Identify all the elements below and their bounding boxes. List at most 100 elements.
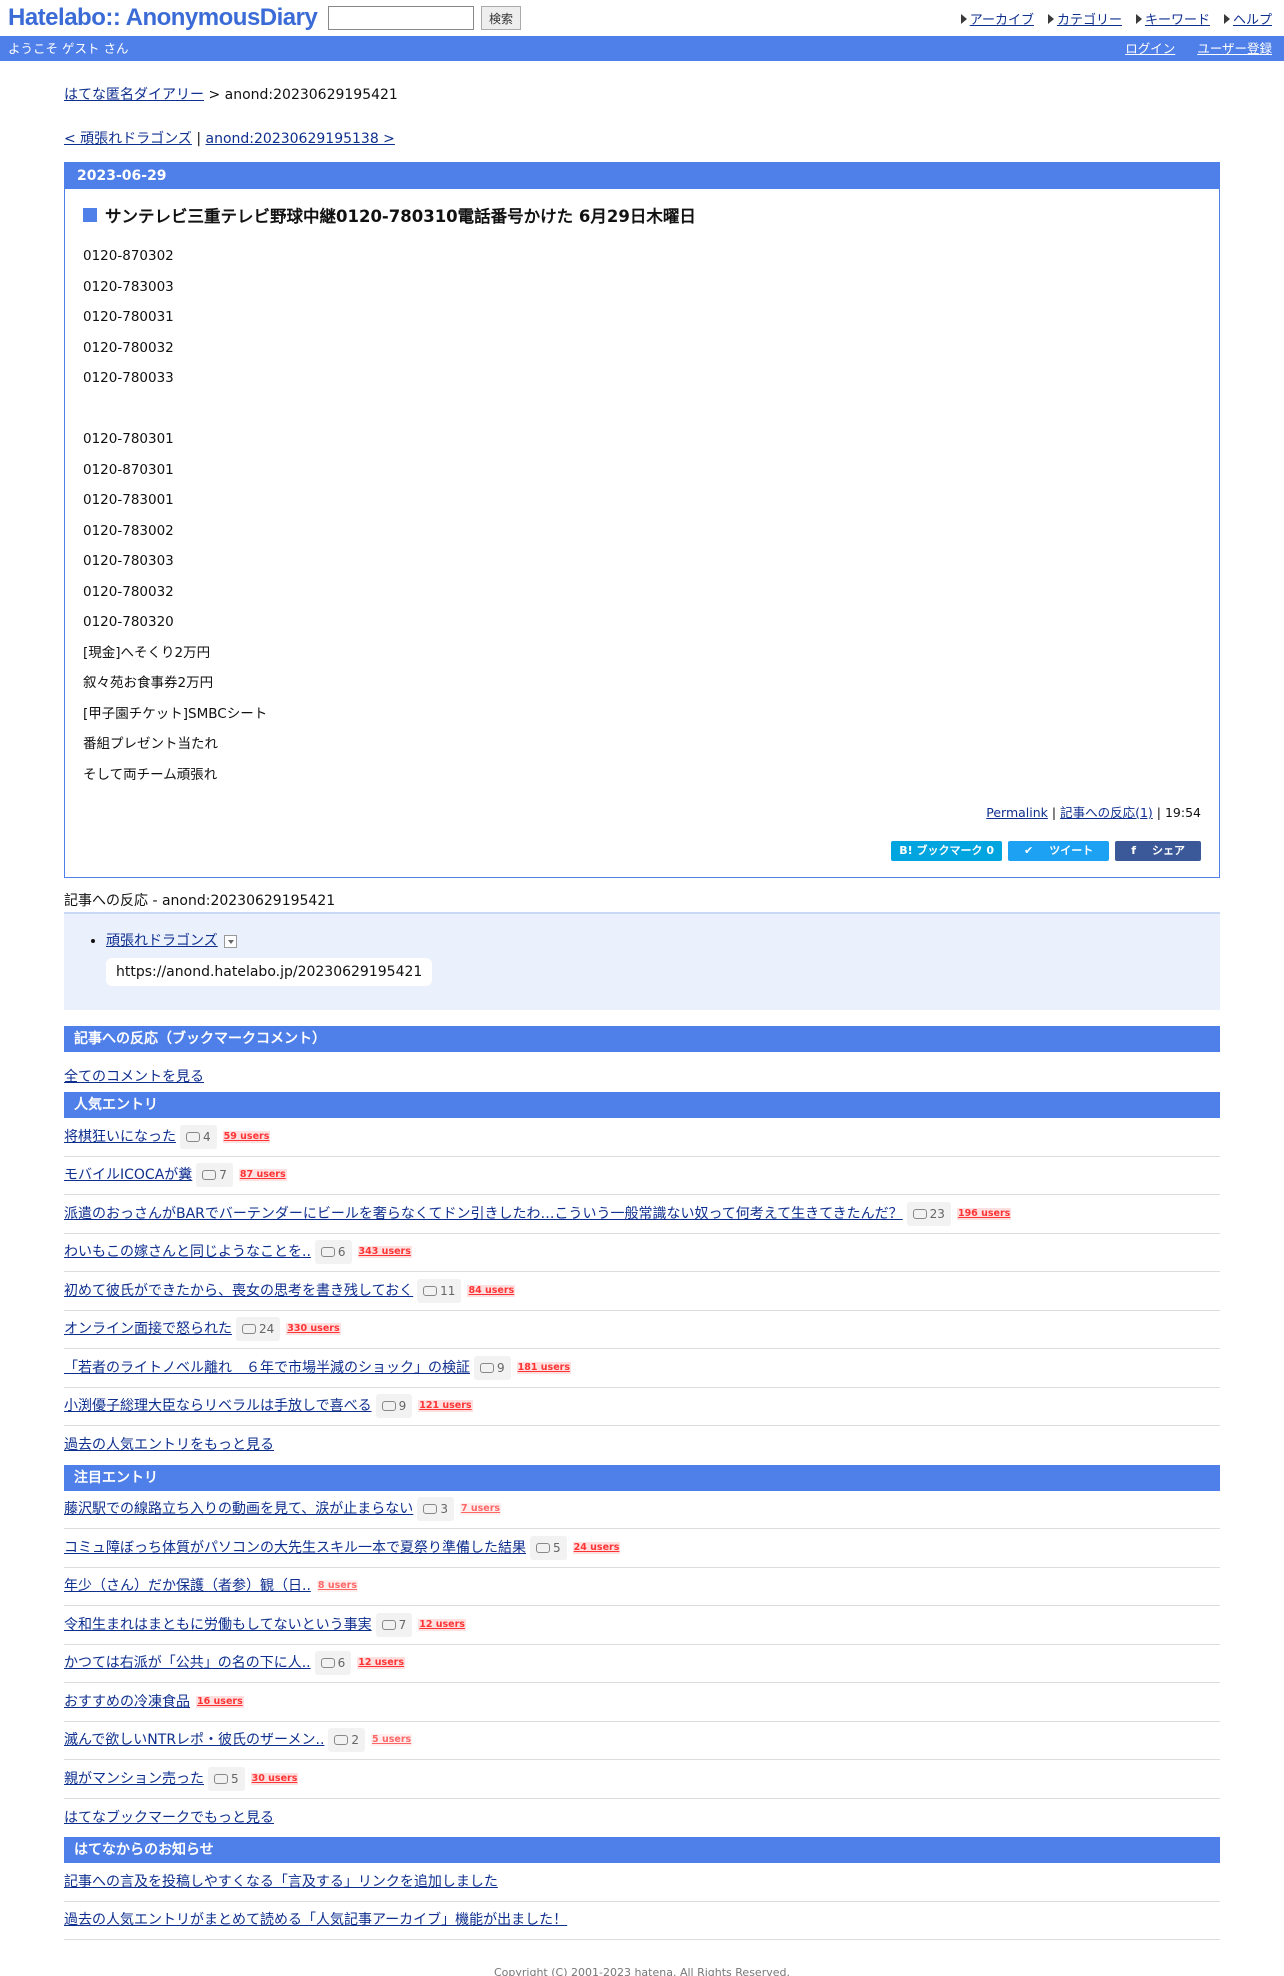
bookmark-users-badge[interactable]: 24 users — [572, 1541, 621, 1554]
breadcrumb-home[interactable]: はてな匿名ダイアリー — [64, 87, 204, 103]
entry-line: 0120-780031 — [83, 309, 174, 325]
breadcrumb-sep: > — [204, 87, 225, 103]
hot-entry-row: 親がマンション売った 5 30 users — [64, 1760, 1220, 1799]
entry-line: そして両チーム頑張れ — [83, 766, 218, 783]
news-link[interactable]: 記事への言及を投稿しやすくなる「言及する」リンクを追加しました — [64, 1863, 498, 1901]
permalink[interactable]: Permalink — [986, 805, 1048, 820]
facebook-icon: f — [1131, 844, 1136, 857]
bookmark-users-badge[interactable]: 181 users — [516, 1361, 571, 1374]
hot-entry-link[interactable]: おすすめの冷凍食品 — [64, 1683, 190, 1721]
day-date[interactable]: 2023-06-29 — [65, 163, 1219, 189]
bookmark-users-badge[interactable]: 121 users — [418, 1400, 473, 1413]
arrow-right-icon — [1047, 13, 1054, 24]
facebook-label: シェア — [1152, 844, 1185, 857]
comment-count-badge[interactable]: 7 — [375, 1612, 413, 1637]
bookmark-users-badge[interactable]: 59 users — [222, 1130, 271, 1143]
popular-entry-link[interactable]: 将棋狂いになった — [64, 1118, 176, 1156]
search-button[interactable]: 検索 — [481, 6, 521, 30]
bookmark-users-badge[interactable]: 8 users — [316, 1580, 359, 1593]
prev-entry-link[interactable]: < 頑張れドラゴンズ — [64, 131, 192, 147]
comment-count-badge[interactable]: 24 — [236, 1317, 281, 1342]
popular-entry-row: 将棋狂いになった 4 59 users — [64, 1118, 1220, 1157]
comment-count-badge[interactable]: 6 — [314, 1651, 352, 1676]
comment-count-badge[interactable]: 9 — [375, 1394, 413, 1419]
site-logo[interactable]: Hatelabo:: AnonymousDiary — [8, 4, 318, 32]
comment-count-badge[interactable]: 6 — [314, 1240, 352, 1265]
comment-bubble-icon — [320, 1658, 335, 1669]
hot-entry-link[interactable]: 藤沢駅での線路立ち入りの動画を見て、涙が止まらない — [64, 1490, 413, 1528]
bookmark-users-badge[interactable]: 87 users — [238, 1169, 287, 1182]
next-entry-link[interactable]: anond:20230629195138 > — [206, 131, 395, 147]
bookmark-users-badge[interactable]: 84 users — [467, 1284, 516, 1297]
comment-count-badge[interactable]: 11 — [417, 1278, 462, 1303]
bookmark-users-badge[interactable]: 196 users — [956, 1207, 1012, 1220]
hot-more-link[interactable]: はてなブックマークでもっと見る — [64, 1799, 274, 1837]
hatena-bookmark-button[interactable]: B! ブックマーク 0 — [891, 841, 1002, 861]
popular-entry-link[interactable]: 小渕優子総理大臣ならリベラルは手放しで喜べる — [64, 1387, 372, 1425]
bookmark-users-badge[interactable]: 12 users — [418, 1618, 466, 1631]
dropdown-icon[interactable] — [223, 934, 237, 948]
popular-entry-link[interactable]: モバイルICOCAが糞 — [64, 1156, 192, 1194]
tweet-label: ツイート — [1049, 844, 1094, 857]
search-input[interactable] — [328, 6, 474, 30]
comment-count-badge[interactable]: 3 — [417, 1497, 454, 1522]
popular-entry-link[interactable]: 初めて彼氏ができたから、喪女の思考を書き残しておく — [64, 1272, 413, 1310]
entry-body: 0120-870302 0120-783003 0120-780031 0120-78… — [83, 241, 1201, 790]
bookmark-users-badge[interactable]: 7 users — [459, 1503, 502, 1516]
comment-count-badge[interactable]: 7 — [196, 1163, 233, 1188]
bookmark-users-badge[interactable]: 30 users — [250, 1772, 299, 1785]
copyright: Copyright (C) 2001-2023 hatena. All Righ… — [494, 1966, 790, 1976]
hot-entry-link[interactable]: 滅んで欲しいNTRレポ・彼氏のザーメン.. — [64, 1721, 324, 1759]
bookmark-users-badge[interactable]: 12 users — [357, 1657, 405, 1670]
all-comments-link[interactable]: 全てのコメントを見る — [64, 1069, 204, 1085]
comment-count-badge[interactable]: 2 — [328, 1728, 366, 1753]
entry-line: [甲子園チケット]SMBCシート — [83, 705, 268, 722]
comment-count-badge[interactable]: 5 — [208, 1766, 245, 1791]
popular-entry-link[interactable]: オンライン面接で怒られた — [64, 1310, 232, 1348]
hot-entry-link[interactable]: 親がマンション売った — [64, 1760, 204, 1798]
news-list: 記事への言及を投稿しやすくなる「言及する」リンクを追加しました 過去の人気エントリ… — [64, 1863, 1220, 1940]
news-row: 過去の人気エントリがまとめて読める「人気記事アーカイブ」機能が出ました！ — [64, 1901, 1220, 1940]
popular-more-row: 過去の人気エントリをもっと見る — [64, 1426, 1220, 1465]
register-link[interactable]: ユーザー登録 — [1197, 36, 1272, 61]
popular-entry-link[interactable]: 「若者のライトノベル離れ ６年で市場半減のショック」の検証 — [64, 1349, 470, 1387]
hot-entry-link[interactable]: コミュ障ぼっち体質がパソコンの大先生スキル一本で夏祭り準備した結果 — [64, 1529, 526, 1567]
hot-entry-link[interactable]: 年少（さん）だか保護（者参）観（日.. — [64, 1567, 311, 1605]
comment-count-badge[interactable]: 9 — [474, 1355, 511, 1380]
entry-title-text: サンテレビ三重テレビ野球中継0120-780310電話番号かけた 6月29日木曜… — [105, 207, 696, 226]
popular-more-link[interactable]: 過去の人気エントリをもっと見る — [64, 1426, 274, 1464]
footer-sep: | — [1152, 805, 1165, 820]
hot-entry-link[interactable]: 令和生まれはまともに労働もしてないという事実 — [64, 1606, 372, 1644]
ref-item: 頑張れドラゴンズ https://anond.hatelabo.jp/20230… — [106, 930, 1178, 986]
arrow-right-icon — [1223, 13, 1230, 24]
news-link[interactable]: 過去の人気エントリがまとめて読める「人気記事アーカイブ」機能が出ました！ — [64, 1901, 567, 1939]
popular-entry-link[interactable]: わいもこの嫁さんと同じようなことを.. — [64, 1233, 311, 1271]
hot-entry-row: 年少（さん）だか保護（者参）観（日.. 8 users — [64, 1567, 1220, 1606]
hot-entry-link[interactable]: かつては右派が「公共」の名の下に人.. — [64, 1644, 311, 1682]
login-link[interactable]: ログイン — [1125, 36, 1175, 61]
nav-archive[interactable]: アーカイブ — [960, 9, 1034, 28]
comment-count-badge[interactable]: 23 — [906, 1201, 951, 1226]
bookmark-users-badge[interactable]: 16 users — [196, 1695, 244, 1708]
bookmark-comments-header: 記事への反応（ブックマークコメント） — [64, 1026, 1220, 1052]
section-square-icon[interactable] — [83, 208, 97, 222]
facebook-share-button[interactable]: f シェア — [1115, 841, 1201, 861]
nav-keyword[interactable]: キーワード — [1135, 9, 1210, 28]
nav-category[interactable]: カテゴリー — [1047, 9, 1122, 28]
comment-count-badge[interactable]: 5 — [530, 1535, 567, 1560]
bookmark-users-badge[interactable]: 330 users — [286, 1323, 341, 1336]
comment-count: 5 — [231, 1771, 239, 1786]
news-row: 記事への言及を投稿しやすくなる「言及する」リンクを追加しました — [64, 1863, 1220, 1902]
refs-title: 記事への反応 - anond:20230629195421 — [64, 890, 1220, 914]
comment-count-badge[interactable]: 4 — [180, 1124, 217, 1149]
ref-item-link[interactable]: 頑張れドラゴンズ — [106, 933, 218, 949]
bookmark-users-badge[interactable]: 5 users — [371, 1734, 413, 1747]
comment-bubble-icon — [186, 1131, 200, 1142]
nav-help[interactable]: ヘルプ — [1223, 9, 1272, 28]
comment-bubble-icon — [423, 1285, 438, 1296]
bookmark-users-badge[interactable]: 343 users — [357, 1246, 412, 1259]
reactions-link[interactable]: 記事への反応(1) — [1060, 805, 1153, 820]
tweet-button[interactable]: ✔ ツイート — [1007, 841, 1110, 861]
header: Hatelabo:: AnonymousDiary 検索 アーカイブ カテゴリー… — [0, 0, 1284, 36]
popular-entry-link[interactable]: 派遣のおっさんがBARでバーテンダーにビールを奢らなくてドン引きしたわ…こういう… — [64, 1195, 903, 1233]
